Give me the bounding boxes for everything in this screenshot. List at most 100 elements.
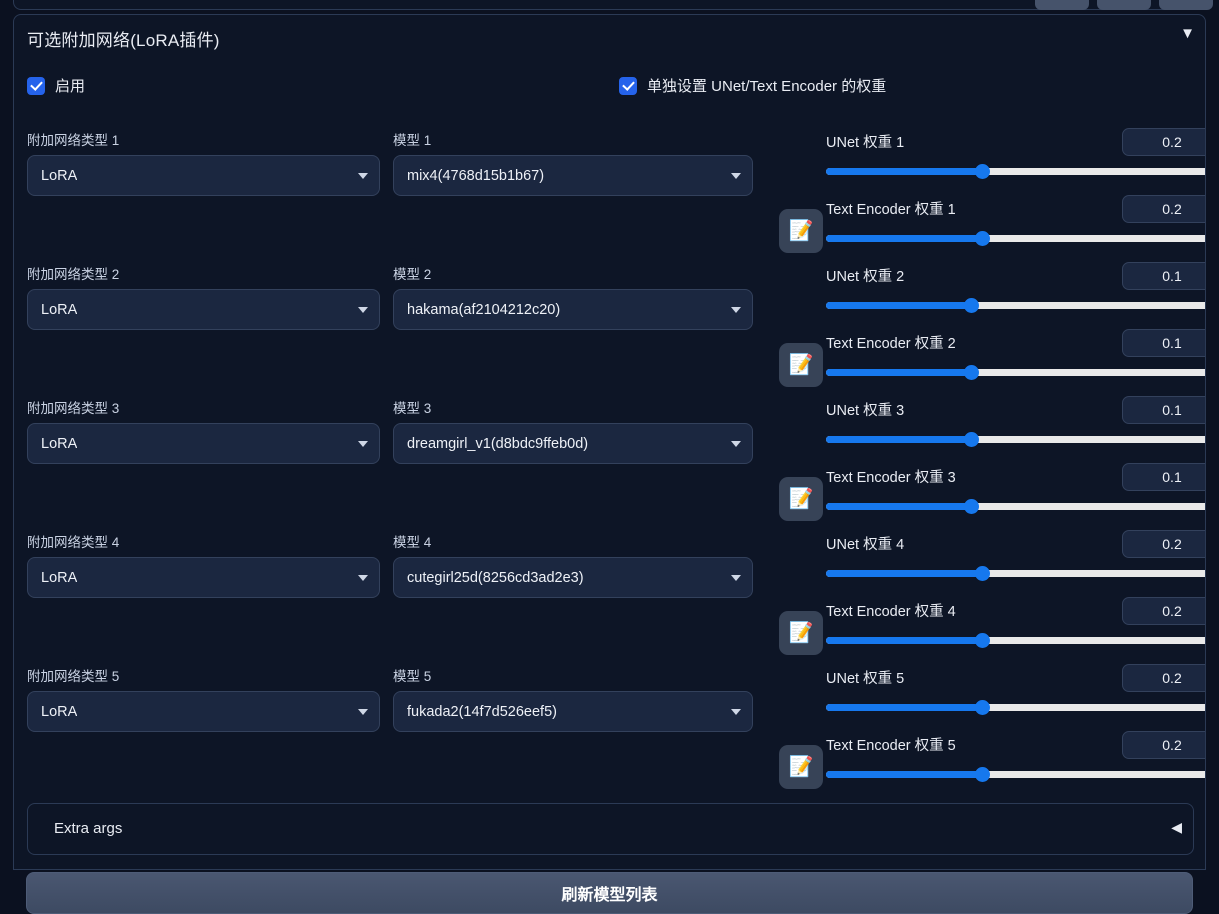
network-type-select-1[interactable]: LoRA	[27, 155, 380, 196]
model-select-2[interactable]: hakama(af2104212c20)	[393, 289, 753, 330]
unet-weight-slider-5[interactable]	[826, 699, 1205, 715]
enable-checkbox-label: 启用	[55, 78, 86, 95]
panel-header[interactable]: 可选附加网络(LoRA插件) ▼	[14, 15, 1205, 63]
text-encoder-weight-number-input-2[interactable]: 0.1	[1122, 329, 1205, 357]
unet-weight-number-input-3[interactable]: 0.1	[1122, 396, 1205, 424]
text-encoder-weight-number-input-1[interactable]: 0.2	[1122, 195, 1205, 223]
text-encoder-weight-block-2: Text Encoder 权重 2 0.1	[826, 329, 1205, 380]
slider-thumb[interactable]	[963, 432, 979, 447]
slider-fill	[826, 637, 983, 644]
unet-weight-label-5: UNet 权重 5	[826, 671, 905, 687]
network-type-select-5[interactable]: LoRA	[27, 691, 380, 732]
chevron-down-icon	[731, 708, 741, 715]
slider-thumb[interactable]	[975, 633, 991, 648]
network-type-value-3: LoRA	[41, 435, 78, 452]
top-partial-button-1[interactable]	[1035, 0, 1089, 10]
slider-thumb[interactable]	[963, 499, 979, 514]
memo-edit-button-1[interactable]: 📝	[779, 209, 823, 253]
chevron-down-icon	[358, 440, 368, 447]
enable-checkbox-row[interactable]: 启用	[27, 75, 85, 96]
network-type-field-4: 附加网络类型 4 LoRA	[27, 531, 380, 598]
text-encoder-weight-header-5: Text Encoder 权重 5 0.2	[826, 731, 1205, 761]
model-select-4[interactable]: cutegirl25d(8256cd3ad2e3)	[393, 557, 753, 598]
text-encoder-weight-header-2: Text Encoder 权重 2 0.1	[826, 329, 1205, 359]
slider-fill	[826, 570, 983, 577]
top-partial-button-3[interactable]	[1159, 0, 1213, 10]
text-encoder-weight-slider-5[interactable]	[826, 766, 1205, 782]
slider-thumb[interactable]	[975, 566, 991, 581]
network-type-value-4: LoRA	[41, 569, 78, 586]
text-encoder-weight-block-5: Text Encoder 权重 5 0.2	[826, 731, 1205, 782]
text-encoder-weight-block-4: Text Encoder 权重 4 0.2	[826, 597, 1205, 648]
text-encoder-weight-slider-1[interactable]	[826, 230, 1205, 246]
chevron-left-icon[interactable]: ◀	[1171, 820, 1182, 834]
network-type-select-4[interactable]: LoRA	[27, 557, 380, 598]
unet-weight-slider-3[interactable]	[826, 431, 1205, 447]
model-field-5: 模型 5 fukada2(14f7d526eef5)	[393, 665, 753, 732]
top-partial-button-2[interactable]	[1097, 0, 1151, 10]
memo-edit-icon: 📝	[788, 622, 814, 644]
split-weights-checkbox[interactable]	[619, 76, 637, 95]
chevron-down-icon	[358, 172, 368, 179]
unet-weight-number-input-4[interactable]: 0.2	[1122, 530, 1205, 558]
unet-weight-slider-4[interactable]	[826, 565, 1205, 581]
model-select-1[interactable]: mix4(4768d15b1b67)	[393, 155, 753, 196]
model-value-5: fukada2(14f7d526eef5)	[407, 703, 557, 720]
slider-thumb[interactable]	[975, 767, 991, 782]
split-weights-checkbox-label: 单独设置 UNet/Text Encoder 的权重	[647, 78, 887, 95]
model-select-5[interactable]: fukada2(14f7d526eef5)	[393, 691, 753, 732]
network-type-select-3[interactable]: LoRA	[27, 423, 380, 464]
text-encoder-weight-slider-4[interactable]	[826, 632, 1205, 648]
memo-edit-button-3[interactable]: 📝	[779, 477, 823, 521]
unet-weight-block-1: UNet 权重 1 0.2	[826, 128, 1205, 179]
slider-thumb[interactable]	[975, 231, 991, 246]
unet-weight-number-input-5[interactable]: 0.2	[1122, 664, 1205, 692]
text-encoder-weight-number-input-5[interactable]: 0.2	[1122, 731, 1205, 759]
model-select-3[interactable]: dreamgirl_v1(d8bdc9ffeb0d)	[393, 423, 753, 464]
slider-thumb[interactable]	[975, 700, 991, 715]
text-encoder-weight-slider-3[interactable]	[826, 498, 1205, 514]
text-encoder-weight-number-input-3[interactable]: 0.1	[1122, 463, 1205, 491]
model-value-2: hakama(af2104212c20)	[407, 301, 561, 318]
text-encoder-weight-number-input-4[interactable]: 0.2	[1122, 597, 1205, 625]
network-type-field-3: 附加网络类型 3 LoRA	[27, 397, 380, 464]
unet-weight-label-4: UNet 权重 4	[826, 537, 905, 553]
unet-weight-number-input-2[interactable]: 0.1	[1122, 262, 1205, 290]
slider-fill	[826, 235, 983, 242]
unet-weight-header-5: UNet 权重 5 0.2	[826, 664, 1205, 694]
network-type-label-4: 附加网络类型 4	[27, 535, 120, 550]
unet-weight-slider-1[interactable]	[826, 163, 1205, 179]
slider-thumb[interactable]	[975, 164, 991, 179]
unet-weight-block-3: UNet 权重 3 0.1	[826, 396, 1205, 447]
memo-edit-button-5[interactable]: 📝	[779, 745, 823, 789]
refresh-model-list-button[interactable]: 刷新模型列表	[26, 872, 1193, 914]
text-encoder-weight-block-1: Text Encoder 权重 1 0.2	[826, 195, 1205, 246]
text-encoder-weight-label-4: Text Encoder 权重 4	[826, 604, 956, 620]
unet-weight-slider-2[interactable]	[826, 297, 1205, 313]
model-field-1: 模型 1 mix4(4768d15b1b67)	[393, 129, 753, 196]
text-encoder-weight-block-3: Text Encoder 权重 3 0.1	[826, 463, 1205, 514]
slider-thumb[interactable]	[963, 298, 979, 313]
page-title: 可选附加网络(LoRA插件)	[27, 31, 220, 50]
unet-weight-label-2: UNet 权重 2	[826, 269, 905, 285]
split-weights-checkbox-row[interactable]: 单独设置 UNet/Text Encoder 的权重	[619, 75, 886, 96]
text-encoder-weight-label-3: Text Encoder 权重 3	[826, 470, 956, 486]
unet-weight-header-1: UNet 权重 1 0.2	[826, 128, 1205, 158]
unet-weight-number-input-1[interactable]: 0.2	[1122, 128, 1205, 156]
memo-edit-button-2[interactable]: 📝	[779, 343, 823, 387]
network-type-field-2: 附加网络类型 2 LoRA	[27, 263, 380, 330]
network-type-value-5: LoRA	[41, 703, 78, 720]
extra-args-accordion[interactable]: Extra args ◀	[27, 803, 1194, 855]
slider-fill	[826, 369, 972, 376]
model-field-2: 模型 2 hakama(af2104212c20)	[393, 263, 753, 330]
chevron-down-icon	[358, 708, 368, 715]
enable-checkbox[interactable]	[27, 76, 45, 95]
slider-thumb[interactable]	[963, 365, 979, 380]
text-encoder-weight-slider-2[interactable]	[826, 364, 1205, 380]
memo-edit-button-4[interactable]: 📝	[779, 611, 823, 655]
model-label-5: 模型 5	[393, 669, 432, 684]
network-type-select-2[interactable]: LoRA	[27, 289, 380, 330]
chevron-down-icon[interactable]: ▼	[1180, 26, 1195, 41]
slider-fill	[826, 503, 972, 510]
unet-weight-header-2: UNet 权重 2 0.1	[826, 262, 1205, 292]
